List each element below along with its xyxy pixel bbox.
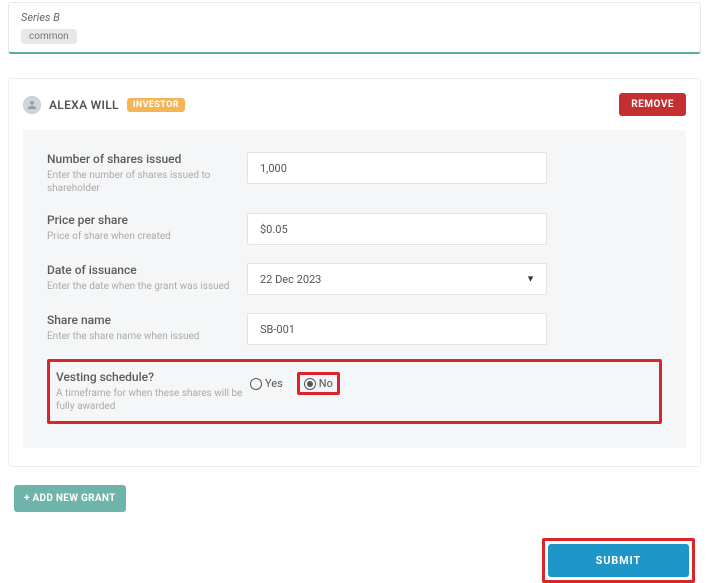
footer: + ADD NEW GRANT SUBMIT [8,475,701,583]
row-shares: Number of shares issued Enter the number… [47,152,662,195]
series-card: Series B common [8,2,701,54]
date-select[interactable] [247,263,547,295]
price-input[interactable] [247,213,547,245]
row-price: Price per share Price of share when crea… [47,213,662,245]
card-header: ALEXA WILL INVESTOR REMOVE [23,93,686,116]
vesting-radio-group: Yes No [250,370,340,395]
form-area: Number of shares issued Enter the number… [23,130,686,448]
series-type-pill: common [21,29,77,44]
vesting-no-label: No [319,377,333,390]
submit-highlight: SUBMIT [542,538,695,583]
investor-badge: INVESTOR [127,98,185,112]
user-name: ALEXA WILL [49,98,119,112]
label-price: Price per share [47,213,247,227]
grant-card: ALEXA WILL INVESTOR REMOVE Number of sha… [8,78,701,467]
vesting-highlight: Vesting schedule? A timeframe for when t… [47,359,662,424]
radio-icon [304,378,316,390]
label-date: Date of issuance [47,263,247,277]
share-name-input[interactable] [247,313,547,345]
sublabel-shares: Enter the number of shares issued to sha… [47,169,247,195]
sublabel-vesting: A timeframe for when these shares will b… [56,387,250,413]
radio-icon [250,378,262,390]
label-vesting: Vesting schedule? [56,370,250,384]
vesting-yes-label: Yes [265,377,283,390]
vesting-no-highlight: No [297,372,340,395]
sublabel-price: Price of share when created [47,230,247,243]
label-shares: Number of shares issued [47,152,247,166]
sublabel-date: Enter the date when the grant was issued [47,280,247,293]
vesting-yes-radio[interactable]: Yes [250,377,283,390]
sublabel-share-name: Enter the share name when issued [47,330,247,343]
avatar-icon [23,96,41,114]
user-block: ALEXA WILL INVESTOR [23,96,185,114]
series-label: Series B [21,11,688,24]
row-date: Date of issuance Enter the date when the… [47,263,662,295]
add-grant-button[interactable]: + ADD NEW GRANT [14,485,126,512]
remove-button[interactable]: REMOVE [619,93,686,116]
row-share-name: Share name Enter the share name when iss… [47,313,662,345]
shares-input[interactable] [247,152,547,184]
vesting-no-radio[interactable]: No [304,377,333,390]
submit-button[interactable]: SUBMIT [548,544,689,577]
label-share-name: Share name [47,313,247,327]
